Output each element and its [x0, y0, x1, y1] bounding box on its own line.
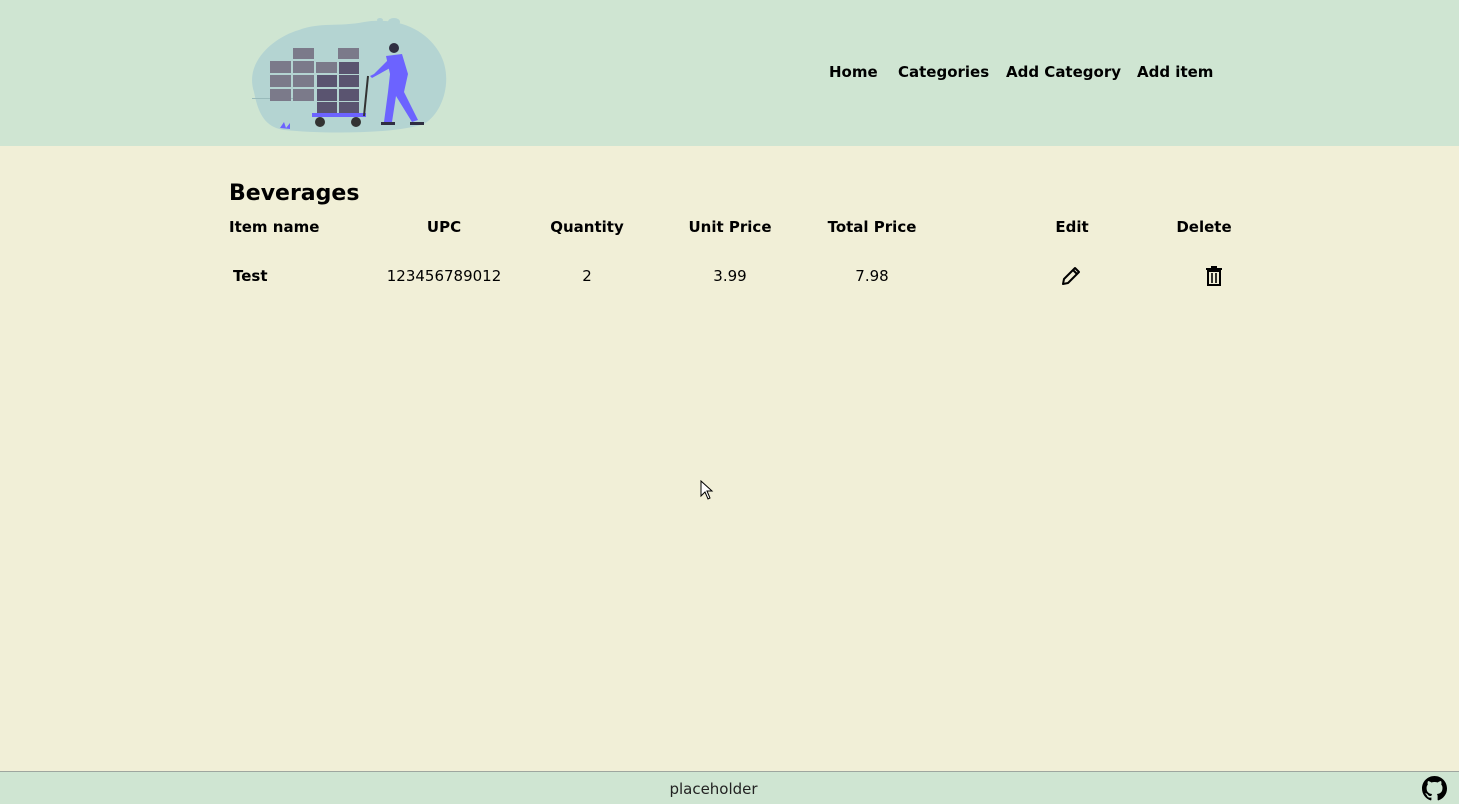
- header-total-price: Total Price: [827, 218, 917, 236]
- site-header: Home Categories Add Category Add item: [0, 0, 1459, 146]
- item-name-cell: Test: [233, 267, 268, 285]
- header-upc: UPC: [426, 218, 462, 236]
- main-content: Beverages Item name UPC Quantity Unit Pr…: [0, 146, 1459, 771]
- page-title: Beverages: [229, 181, 360, 206]
- nav-home-link[interactable]: Home: [829, 63, 878, 81]
- header-edit: Edit: [1055, 218, 1089, 236]
- site-footer: placeholder: [0, 771, 1459, 804]
- github-icon[interactable]: [1422, 776, 1447, 801]
- nav-add-category-link[interactable]: Add Category: [1006, 63, 1121, 81]
- total-price-cell: 7.98: [855, 267, 889, 285]
- upc-cell: 123456789012: [386, 267, 502, 285]
- header-quantity: Quantity: [550, 218, 624, 236]
- nav-categories-link[interactable]: Categories: [898, 63, 989, 81]
- footer-text: placeholder: [669, 780, 758, 798]
- nav-add-item-link[interactable]: Add item: [1137, 63, 1213, 81]
- main-nav: Home Categories Add Category Add item: [0, 63, 1459, 85]
- quantity-cell: 2: [582, 267, 592, 285]
- trash-icon[interactable]: [1202, 264, 1226, 288]
- unit-price-cell: 3.99: [713, 267, 747, 285]
- pencil-icon[interactable]: [1059, 264, 1083, 288]
- header-item-name: Item name: [229, 218, 320, 236]
- mouse-cursor-icon: [700, 480, 714, 500]
- header-delete: Delete: [1176, 218, 1232, 236]
- header-unit-price: Unit Price: [688, 218, 772, 236]
